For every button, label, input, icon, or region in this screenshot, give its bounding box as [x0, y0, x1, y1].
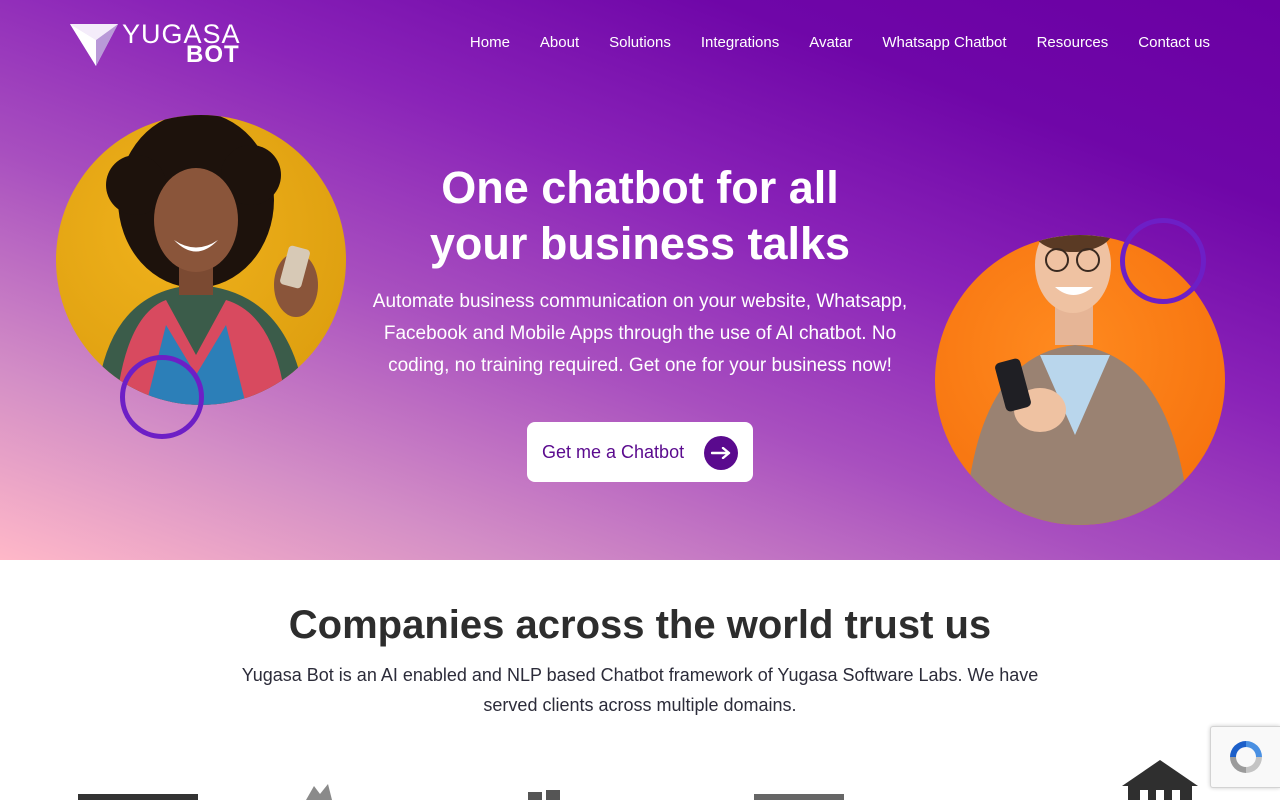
- avatar-woman-image: [56, 115, 346, 405]
- get-chatbot-button[interactable]: Get me a Chatbot: [527, 422, 753, 482]
- hero-title: One chatbot for all your business talks: [380, 160, 900, 272]
- trust-section-title: Companies across the world trust us: [288, 603, 992, 647]
- logo-text-bottom: BOT: [186, 41, 240, 68]
- logo-triangle-icon: [70, 24, 118, 66]
- nav-about[interactable]: About: [540, 33, 579, 53]
- recaptcha-badge[interactable]: [1210, 726, 1280, 788]
- recaptcha-icon: [1229, 741, 1262, 773]
- nav-integrations[interactable]: Integrations: [701, 33, 779, 53]
- hero-section: YUGASA BOT Home About Solutions Integrat…: [0, 0, 1280, 560]
- hero-title-line2: your business talks: [429, 218, 851, 269]
- decorative-ring-right: [1120, 218, 1206, 304]
- partner-logo-2: [306, 784, 332, 800]
- cta-label: Get me a Chatbot: [542, 441, 685, 462]
- partner-logo-4: [754, 794, 844, 800]
- nav-whatsapp-chatbot[interactable]: Whatsapp Chatbot: [882, 33, 1006, 53]
- nav-resources[interactable]: Resources: [1037, 33, 1109, 53]
- trust-section-description: Yugasa Bot is an AI enabled and NLP base…: [241, 665, 1039, 715]
- partner-logo-3: [528, 790, 560, 800]
- hero-subtitle: Automate business communication on your …: [372, 291, 908, 376]
- woman-illustration: [96, 115, 318, 405]
- decorative-ring-left: [120, 355, 204, 439]
- nav-avatar[interactable]: Avatar: [809, 33, 852, 53]
- nav-solutions[interactable]: Solutions: [609, 33, 671, 53]
- hero-title-line1: One chatbot for all: [441, 162, 839, 213]
- partner-logo-5: [1122, 760, 1198, 800]
- arrow-right-icon: [704, 436, 738, 470]
- nav-contact-us[interactable]: Contact us: [1138, 33, 1210, 53]
- nav-home[interactable]: Home: [470, 33, 510, 53]
- main-nav: Home About Solutions Integrations Avatar…: [470, 33, 1210, 53]
- partner-logo-1: [78, 794, 198, 800]
- brand-logo[interactable]: YUGASA BOT: [70, 20, 250, 68]
